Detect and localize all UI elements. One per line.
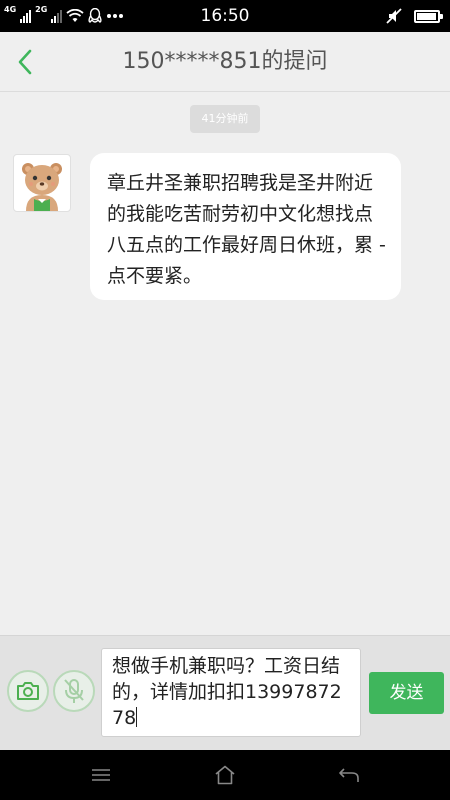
status-time: 16:50 xyxy=(200,6,250,26)
message-timestamp: 41分钟前 xyxy=(190,105,260,133)
navigation-bar xyxy=(0,750,450,800)
message-bubble[interactable]: 章丘井圣兼职招聘我是圣井附近的我能吃苦耐劳初中文化想找点八五点的工作最好周日休班… xyxy=(90,153,401,300)
menu-button[interactable] xyxy=(86,760,116,790)
battery-level xyxy=(417,12,436,20)
page-title: 150*****851的提问 xyxy=(122,49,328,74)
voice-button[interactable] xyxy=(53,670,95,712)
back-arrow-icon xyxy=(339,768,359,782)
text-cursor xyxy=(136,707,138,727)
send-button[interactable]: 发送 xyxy=(369,672,444,714)
avatar[interactable] xyxy=(13,154,71,212)
camera-icon xyxy=(17,682,39,700)
back-button[interactable] xyxy=(8,44,42,80)
menu-icon xyxy=(92,769,110,781)
status-right xyxy=(386,0,443,32)
message-input[interactable]: 想做手机兼职吗？工资日结的，详情加扣扣1399787278 xyxy=(101,648,361,737)
chat-area[interactable]: 41分钟前 章丘井圣兼职招聘我是圣井附近的我能吃苦耐劳初中文化想找点八五点的工作 xyxy=(0,92,450,635)
back-nav-button[interactable] xyxy=(334,760,364,790)
input-bar: 想做手机兼职吗？工资日结的，详情加扣扣1399787278 发送 xyxy=(0,635,450,750)
camera-button[interactable] xyxy=(7,670,49,712)
header: 150*****851的提问 xyxy=(0,32,450,92)
message-input-value: 想做手机兼职吗？工资日结的，详情加扣扣1399787278 xyxy=(112,655,342,729)
home-icon xyxy=(215,765,235,785)
bear-avatar-icon xyxy=(22,163,62,211)
chevron-left-icon xyxy=(18,49,32,75)
status-bar: 4G 2G 16:50 xyxy=(0,0,450,32)
mute-icon xyxy=(386,8,402,24)
mic-off-icon xyxy=(64,679,84,703)
battery-icon xyxy=(414,9,443,23)
home-button[interactable] xyxy=(210,760,240,790)
